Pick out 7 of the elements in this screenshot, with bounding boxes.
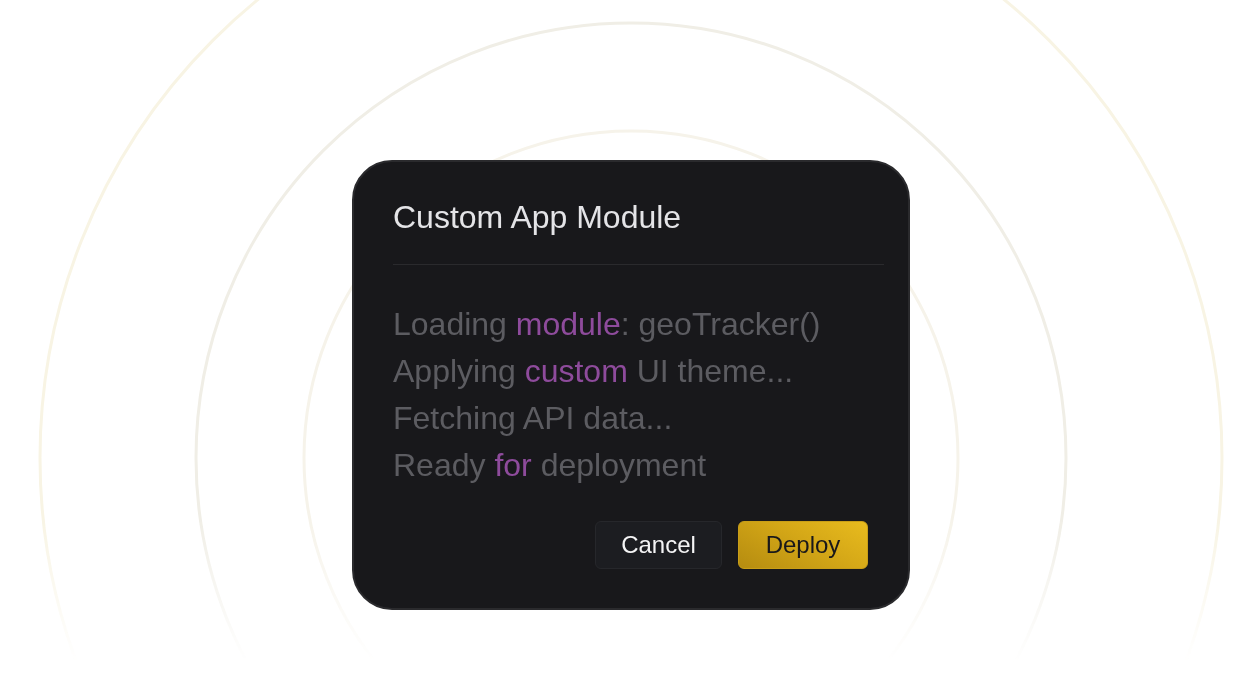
- log-line: Applying custom UI theme...: [393, 352, 794, 391]
- deploy-button[interactable]: Deploy: [738, 521, 868, 569]
- log-line: Ready for deployment: [393, 446, 707, 485]
- log-line: Loading module: geoTracker(): [393, 305, 821, 344]
- dialog-title: Custom App Module: [393, 198, 683, 237]
- log-line: Fetching API data...: [393, 399, 673, 438]
- cancel-button[interactable]: Cancel: [595, 521, 722, 569]
